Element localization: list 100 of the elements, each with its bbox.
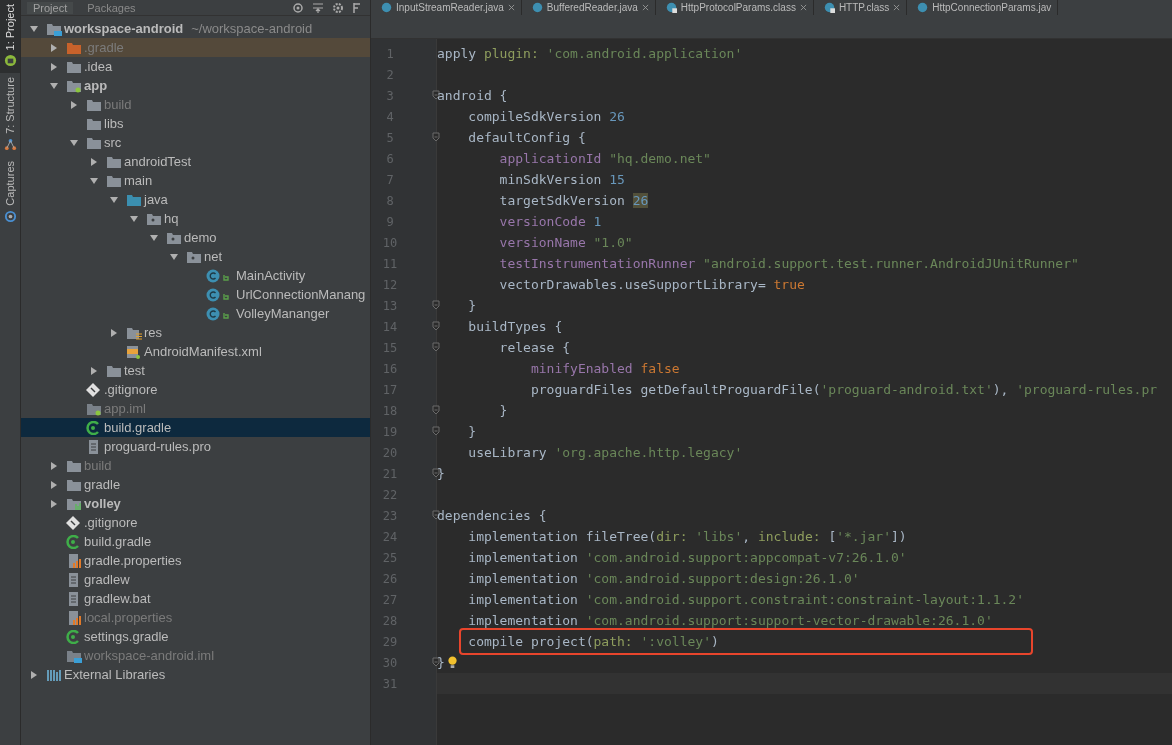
code-line: implementation 'com.android.support:appcompat-v7:26.1.0' xyxy=(467,550,907,565)
android-icon xyxy=(3,54,17,68)
tree-item[interactable]: gradle.properties xyxy=(21,551,370,570)
close-icon[interactable] xyxy=(507,4,515,11)
path-hint: ~/workspace-android xyxy=(191,21,313,36)
item-label: volley xyxy=(84,496,121,511)
item-label: gradlew.bat xyxy=(84,591,151,606)
collapse-arrow-icon[interactable] xyxy=(89,175,99,186)
folder-icon xyxy=(66,458,82,473)
tree-item[interactable]: test xyxy=(21,361,370,380)
properties-file-icon xyxy=(66,610,82,625)
folder-icon xyxy=(126,192,142,207)
item-label: local.properties xyxy=(84,610,173,625)
code-line: vectorDrawables.useSupportLibrary= true xyxy=(498,277,805,292)
tool-window-tab[interactable]: 7: Structure xyxy=(0,73,20,158)
collapse-arrow-icon[interactable] xyxy=(149,232,159,243)
tree-item[interactable]: External Libraries xyxy=(21,665,370,684)
expand-arrow-icon[interactable] xyxy=(49,460,59,471)
code-line: versionName "1.0" xyxy=(498,235,633,250)
collapse-arrow-icon[interactable] xyxy=(109,194,119,205)
tree-item[interactable]: VolleyMananger xyxy=(21,304,370,323)
tree-item[interactable]: gradle xyxy=(21,475,370,494)
expand-arrow-icon[interactable] xyxy=(109,327,119,338)
fold-marker-icon[interactable] xyxy=(431,300,441,310)
tree-item[interactable]: .gitignore xyxy=(21,513,370,532)
collapse-arrow-icon[interactable] xyxy=(129,213,139,224)
close-icon[interactable] xyxy=(641,4,649,11)
tree-item[interactable]: demo xyxy=(21,228,370,247)
code-line: } xyxy=(467,424,477,439)
expand-arrow-icon[interactable] xyxy=(49,498,59,509)
collapse-icon[interactable] xyxy=(312,1,324,14)
tree-item[interactable]: build.gradle xyxy=(21,532,370,551)
expand-arrow-icon[interactable] xyxy=(49,61,59,72)
module-file-icon xyxy=(66,648,82,663)
expand-arrow-icon[interactable] xyxy=(49,479,59,490)
collapse-arrow-icon[interactable] xyxy=(49,80,59,91)
tree-item[interactable]: proguard-rules.pro xyxy=(21,437,370,456)
collapse-arrow-icon[interactable] xyxy=(169,251,179,262)
tree-item[interactable]: gradlew xyxy=(21,570,370,589)
code-line: applicationId "hq.demo.net" xyxy=(498,151,711,166)
tree-item[interactable]: app xyxy=(21,76,370,95)
tree-item[interactable]: UrlConnectionManang xyxy=(21,285,370,304)
collapse-arrow-icon[interactable] xyxy=(69,137,79,148)
structure-icon xyxy=(3,138,17,152)
item-label: gradlew xyxy=(84,572,130,587)
expand-arrow-icon[interactable] xyxy=(89,156,99,167)
tree-item[interactable]: androidTest xyxy=(21,152,370,171)
tree-item[interactable]: build.gradle xyxy=(21,418,370,437)
close-icon[interactable] xyxy=(893,4,901,11)
expand-arrow-icon[interactable] xyxy=(69,99,79,110)
tree-item[interactable]: gradlew.bat xyxy=(21,589,370,608)
target-icon[interactable] xyxy=(292,1,304,14)
panel-tab[interactable]: Project xyxy=(27,1,74,14)
tree-item[interactable]: .gitignore xyxy=(21,380,370,399)
item-label: build xyxy=(84,458,112,473)
code-line: compileSdkVersion 26 xyxy=(467,109,625,124)
fold-marker-icon[interactable] xyxy=(431,405,441,415)
expand-arrow-icon[interactable] xyxy=(49,42,59,53)
tree-item[interactable]: net xyxy=(21,247,370,266)
tree-item[interactable]: src xyxy=(21,133,370,152)
fold-marker-icon[interactable] xyxy=(431,426,441,436)
tree-item[interactable]: .idea xyxy=(21,57,370,76)
code-line: implementation 'com.android.support.constraint:constraint-layout:1.1.2' xyxy=(467,592,1024,607)
tree-item[interactable]: AndroidManifest.xml xyxy=(21,342,370,361)
fold-marker-icon[interactable] xyxy=(431,321,441,331)
tree-item[interactable]: workspace-android ~/workspace-android xyxy=(21,19,370,38)
lightbulb-icon[interactable] xyxy=(446,656,458,669)
item-label: androidTest xyxy=(124,154,192,169)
gradle-file-icon xyxy=(66,629,82,644)
tree-item[interactable]: libs xyxy=(21,114,370,133)
code-line: buildTypes { xyxy=(467,319,563,334)
fold-marker-icon[interactable] xyxy=(431,342,441,352)
code-line: } xyxy=(467,298,477,313)
item-label: net xyxy=(204,249,223,264)
settings-icon[interactable] xyxy=(332,1,344,14)
package-icon xyxy=(186,249,202,264)
code-line: } xyxy=(498,403,508,418)
module-folder-icon xyxy=(66,78,82,93)
item-label: workspace-android xyxy=(64,21,184,36)
item-label: build xyxy=(104,97,132,112)
tree-item[interactable]: hq xyxy=(21,209,370,228)
tree-item[interactable]: MainActivity xyxy=(21,266,370,285)
code-line: android { xyxy=(437,88,508,103)
tree-item[interactable]: settings.gradle xyxy=(21,627,370,646)
fold-marker-icon[interactable] xyxy=(431,132,441,142)
panel-tab[interactable]: Packages xyxy=(81,1,142,14)
expand-arrow-icon[interactable] xyxy=(29,669,39,680)
module-file-icon xyxy=(86,401,102,416)
tree-item[interactable]: java xyxy=(21,190,370,209)
libraries-icon xyxy=(46,667,62,682)
tree-item[interactable]: main xyxy=(21,171,370,190)
tree-item[interactable]: volley xyxy=(21,494,370,513)
item-label: app.iml xyxy=(104,401,146,416)
collapse-arrow-icon[interactable] xyxy=(29,23,39,34)
expand-arrow-icon[interactable] xyxy=(89,365,99,376)
tree-item[interactable]: res xyxy=(21,323,370,342)
close-icon[interactable] xyxy=(799,4,807,11)
item-label: res xyxy=(144,325,163,340)
tool-window-tab[interactable]: 1: Project xyxy=(0,0,20,74)
tool-window-tab[interactable]: Captures xyxy=(0,157,20,229)
